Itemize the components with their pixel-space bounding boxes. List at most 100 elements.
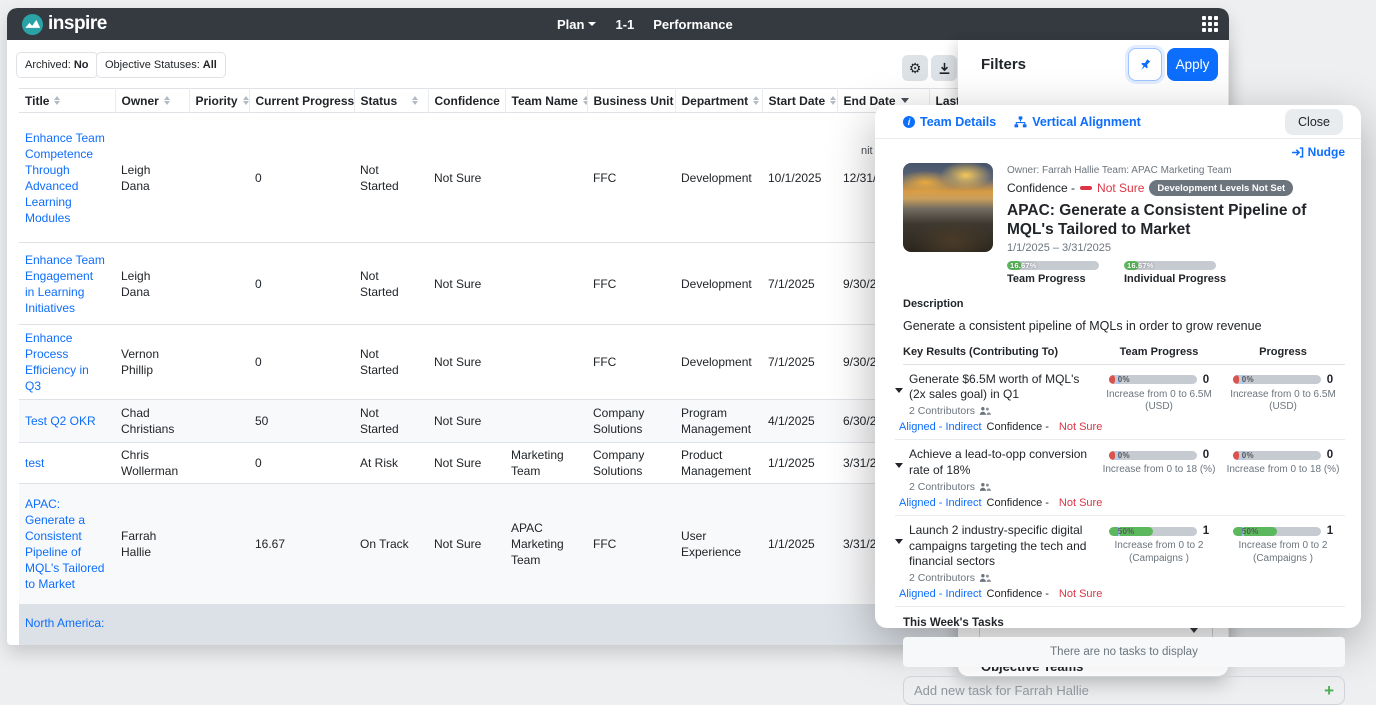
col-header-department[interactable]: Department [675,89,762,113]
priority-cell [189,243,249,325]
apply-filters-button[interactable]: Apply [1167,48,1218,81]
objective-detail-modal: i Team Details Vertical Alignment Close … [875,105,1361,628]
status-cell: On Track [354,484,428,605]
col-header-start-date[interactable]: Start Date [762,89,837,113]
nav-item-1-1[interactable]: 1-1 [615,17,634,32]
objective-title-link[interactable]: North America: [25,616,104,630]
aligned-link[interactable]: Aligned - Indirect [899,497,982,509]
col-header-team-name[interactable]: Team Name [505,89,587,113]
objective-date-range: 1/1/2025 – 3/31/2025 [1007,242,1345,254]
info-icon: i [903,116,915,128]
table-settings-button[interactable]: ⚙ [902,55,928,81]
business-unit-cell: FFC [587,484,675,605]
col-header-status[interactable]: Status [354,89,428,113]
expand-caret-icon[interactable] [895,539,903,544]
aligned-link[interactable]: Aligned - Indirect [899,421,982,433]
download-icon [938,62,951,75]
chip-value: All [203,59,217,71]
key-result-row: Generate $6.5M worth of MQL's (2x sales … [895,365,1345,441]
progress-cell: 50 [249,400,354,443]
pin-filters-button[interactable] [1128,48,1162,81]
objective-title-link[interactable]: Enhance Process Efficiency in Q3 [25,331,89,393]
objective-statuses-filter-chip[interactable]: Objective Statuses:All [96,52,226,78]
objective-title-link[interactable]: Enhance Team Engagement in Learning Init… [25,253,105,315]
team-cell: APAC Marketing Team [505,484,587,605]
team-progress-bar: 16.67% [1007,261,1099,270]
col-header-business-unit[interactable]: Business Unit [587,89,675,113]
export-download-button[interactable] [931,55,957,81]
archived-filter-chip[interactable]: Archived:No [16,52,98,78]
nudge-arrow-icon [1291,147,1304,158]
sort-icon [164,96,170,105]
kr-progress-cell: 0% 0 Increase from 0 to 6.5M (USD) [1221,372,1345,434]
table-row[interactable]: Enhance Process Efficiency in Q3 Vernon … [19,325,965,400]
objective-title-link[interactable]: Enhance Team Competence Through Advanced… [25,131,105,225]
key-result-title: Generate $6.5M worth of MQL's (2x sales … [909,372,1091,403]
add-task-row: + [903,676,1345,705]
expand-caret-icon[interactable] [895,388,903,393]
col-header-owner[interactable]: Owner [115,89,189,113]
obscured-text-fragment: nit [861,145,873,157]
table-row[interactable]: APAC: Generate a Consistent Pipeline of … [19,484,965,605]
weekly-tasks-label: This Week's Tasks [903,617,1345,629]
sort-icon [753,96,759,105]
team-cell: Marketing Team [505,443,587,484]
objective-cover-photo [903,163,993,252]
status-cell: Not Started [354,400,428,443]
chip-value: No [74,59,89,71]
filters-title: Filters [981,56,1026,73]
contributors-line: 2 Contributors [909,572,1091,584]
business-unit-cell: FFC [587,113,675,243]
top-navbar: inspire Plan 1-1 Performance [7,8,1229,40]
confidence-cell: Not Sure [428,484,505,605]
team-cell [505,325,587,400]
key-result-title: Launch 2 industry-specific digital campa… [909,523,1091,569]
kr-progress-cell: 50% 1 Increase from 0 to 2 (Campaigns ) [1221,523,1345,600]
start-date-cell: 1/1/2025 [762,443,837,484]
nav-item-plan[interactable]: Plan [557,17,596,32]
col-header-current-progress[interactable]: Current Progress [249,89,354,113]
department-cell: User Experience [675,484,762,605]
objective-title-link[interactable]: APAC: Generate a Consistent Pipeline of … [25,497,104,591]
team-cell [505,243,587,325]
start-date-cell: 4/1/2025 [762,400,837,443]
add-task-input[interactable] [914,683,1324,698]
table-row[interactable]: Enhance Team Competence Through Advanced… [19,113,965,243]
priority-cell [189,484,249,605]
col-header-confidence[interactable]: Confidence [428,89,505,113]
table-row[interactable]: Enhance Team Engagement in Learning Init… [19,243,965,325]
owner-cell: Vernon Phillip [115,325,189,400]
team-details-link[interactable]: i Team Details [903,115,996,129]
start-date-cell: 7/1/2025 [762,243,837,325]
confidence-cell: Not Sure [428,325,505,400]
confidence-cell: Not Sure [428,443,505,484]
col-header-title[interactable]: Title [19,89,115,113]
apps-grid-icon[interactable] [1202,16,1219,33]
owner-cell: Chris Wollerman [115,443,189,484]
add-task-plus-icon[interactable]: + [1324,682,1334,699]
col-header-priority[interactable]: Priority [189,89,249,113]
aligned-link[interactable]: Aligned - Indirect [899,588,982,600]
nudge-link[interactable]: Nudge [1291,145,1345,159]
table-row-selected[interactable]: North America: [19,605,965,646]
vertical-alignment-link[interactable]: Vertical Alignment [1014,115,1141,129]
table-row[interactable]: Test Q2 OKR Chad Christians 50 Not Start… [19,400,965,443]
confidence-cell: Not Sure [428,113,505,243]
expand-caret-icon[interactable] [895,463,903,468]
people-icon [979,406,991,416]
brand-logo[interactable]: inspire [21,13,107,36]
table-row[interactable]: test Chris Wollerman 0 At Risk Not Sure … [19,443,965,484]
objectives-table: Title Owner Priority Current Progress St… [19,88,965,645]
kr-progress-cell: 0% 0 Increase from 0 to 18 (%) [1221,447,1345,509]
primary-nav: Plan 1-1 Performance [557,8,733,40]
team-progress-block: 16.67% Team Progress [1007,261,1099,285]
nav-item-performance[interactable]: Performance [653,17,732,32]
close-button[interactable]: Close [1285,109,1343,135]
objective-title-link[interactable]: Test Q2 OKR [25,414,96,428]
team-cell [505,113,587,243]
objective-title-link[interactable]: test [25,456,44,470]
priority-cell [189,443,249,484]
priority-cell [189,113,249,243]
contributors-line: 2 Contributors [909,481,1091,493]
sitemap-icon [1014,116,1027,128]
